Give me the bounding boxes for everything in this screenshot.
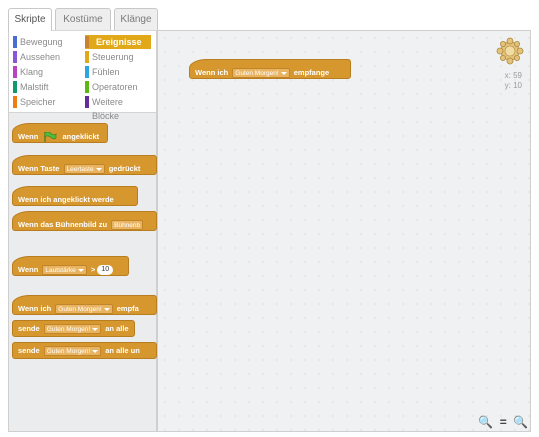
block-when-flag-clicked[interactable]: Wenn angeklickt (12, 123, 108, 143)
block-text: Wenn ich (195, 68, 229, 77)
block-text: sende (18, 324, 40, 333)
category-label: Aussehen (20, 52, 61, 62)
category-operatoren[interactable]: Operatoren (85, 80, 151, 94)
block-text: angeklickt (62, 132, 100, 141)
zoom-out-icon[interactable]: 🔍 (478, 415, 493, 429)
sprite-thumbnail (496, 37, 524, 65)
category-malstift[interactable]: Malstift (13, 80, 81, 94)
script-area[interactable]: Wenn ich Guten Morgen! empfange x: 59 y:… (157, 30, 531, 432)
zoom-in-icon[interactable]: 🔍 (513, 415, 528, 429)
tab-skripte[interactable]: Skripte (8, 8, 52, 31)
block-text: an alle (105, 324, 129, 333)
block-text: Wenn (18, 265, 39, 274)
dropdown-arrow-icon (92, 349, 99, 353)
message-dropdown[interactable]: Guten Morgen! (43, 346, 102, 357)
message-dropdown[interactable]: Guten Morgen! (43, 324, 102, 335)
category-weitere-bloecke[interactable]: Weitere Blöcke (85, 95, 151, 121)
sprite-y-coordinate: y: 10 (504, 81, 522, 90)
block-text: gedrückt (108, 164, 141, 173)
block-palette: Bewegung Ereignisse Aussehen Steuerung K… (8, 30, 157, 432)
block-broadcast-and-wait[interactable]: sende Guten Morgen! an alle un (12, 342, 157, 359)
category-klang[interactable]: Klang (13, 65, 81, 79)
category-color-bar (13, 96, 17, 108)
category-label: Speicher (20, 97, 56, 107)
key-dropdown[interactable]: Leertaste (63, 164, 105, 174)
dropdown-value: Guten Morgen! (235, 70, 279, 78)
category-color-bar (13, 66, 17, 78)
threshold-input[interactable]: 10 (97, 265, 114, 275)
dropdown-value: Lautstärke (45, 267, 76, 275)
category-color-bar (13, 36, 17, 48)
category-label: Operatoren (92, 82, 138, 92)
block-text: empfa (116, 304, 139, 313)
dropdown-value: Leertaste (66, 166, 94, 174)
block-when-key-pressed[interactable]: Wenn Taste Leertaste gedrückt (12, 155, 157, 175)
message-dropdown[interactable]: Guten Morgen! (55, 304, 113, 314)
category-color-bar (85, 51, 89, 63)
category-bewegung[interactable]: Bewegung (13, 35, 81, 49)
category-selector: Bewegung Ereignisse Aussehen Steuerung K… (9, 31, 156, 121)
block-text: > (90, 265, 96, 274)
block-text: empfange (293, 68, 330, 77)
block-text: Wenn ich angeklickt werde (18, 195, 114, 204)
category-color-bar (85, 96, 89, 108)
dropdown-value: Guten Morgen! (46, 348, 91, 356)
category-aussehen[interactable]: Aussehen (13, 50, 81, 64)
dropdown-value: Bühnenb (114, 222, 141, 230)
category-label: Klang (20, 67, 44, 77)
block-text: an alle un (105, 346, 140, 355)
block-when-sprite-clicked[interactable]: Wenn ich angeklickt werde (12, 186, 138, 206)
dropdown-value: Guten Morgen! (46, 326, 91, 334)
tab-klaenge[interactable]: Klänge (114, 8, 158, 30)
category-label: Weitere Blöcke (92, 97, 123, 121)
zoom-controls: 🔍 = 🔍 (475, 415, 528, 429)
backdrop-dropdown[interactable]: Bühnenb (111, 220, 144, 230)
category-fuehlen[interactable]: Fühlen (85, 65, 151, 79)
block-when-backdrop-switches[interactable]: Wenn das Bühnenbild zu Bühnenb (12, 211, 157, 231)
block-text: sende (18, 346, 40, 355)
block-when-receive[interactable]: Wenn ich Guten Morgen! empfa (12, 295, 157, 315)
dropdown-arrow-icon (77, 268, 84, 272)
block-when-sensor-greater[interactable]: Wenn Lautstärke > 10 (12, 256, 129, 276)
dropdown-arrow-icon (92, 327, 99, 331)
block-text: Wenn (18, 132, 39, 141)
message-dropdown[interactable]: Guten Morgen! (232, 68, 290, 78)
dropdown-value: Guten Morgen! (58, 306, 102, 314)
category-label: Ereignisse (96, 37, 142, 47)
category-steuerung[interactable]: Steuerung (85, 50, 151, 64)
category-label: Malstift (20, 82, 49, 92)
zoom-reset-icon[interactable]: = (500, 415, 507, 429)
block-text: Wenn ich (18, 304, 52, 313)
category-ereignisse[interactable]: Ereignisse (85, 35, 151, 49)
category-label: Fühlen (92, 67, 120, 77)
block-broadcast[interactable]: sende Guten Morgen! an alle (12, 320, 135, 337)
sensor-dropdown[interactable]: Lautstärke (42, 265, 87, 275)
category-color-bar (85, 36, 89, 48)
block-text: Wenn Taste (18, 164, 60, 173)
category-color-bar (85, 66, 89, 78)
category-label: Steuerung (92, 52, 134, 62)
category-color-bar (13, 51, 17, 63)
green-flag-icon (44, 132, 57, 142)
category-color-bar (13, 81, 17, 93)
script-block-when-receive[interactable]: Wenn ich Guten Morgen! empfange (189, 59, 351, 79)
sprite-x-coordinate: x: 59 (504, 71, 522, 80)
category-color-bar (85, 81, 89, 93)
dropdown-arrow-icon (95, 167, 102, 171)
block-text: Wenn das Bühnenbild zu (18, 220, 108, 229)
dropdown-arrow-icon (103, 307, 110, 311)
dropdown-arrow-icon (280, 71, 287, 75)
category-label: Bewegung (20, 37, 63, 47)
tab-kostueme[interactable]: Kostüme (55, 8, 111, 30)
category-speicher[interactable]: Speicher (13, 95, 81, 109)
